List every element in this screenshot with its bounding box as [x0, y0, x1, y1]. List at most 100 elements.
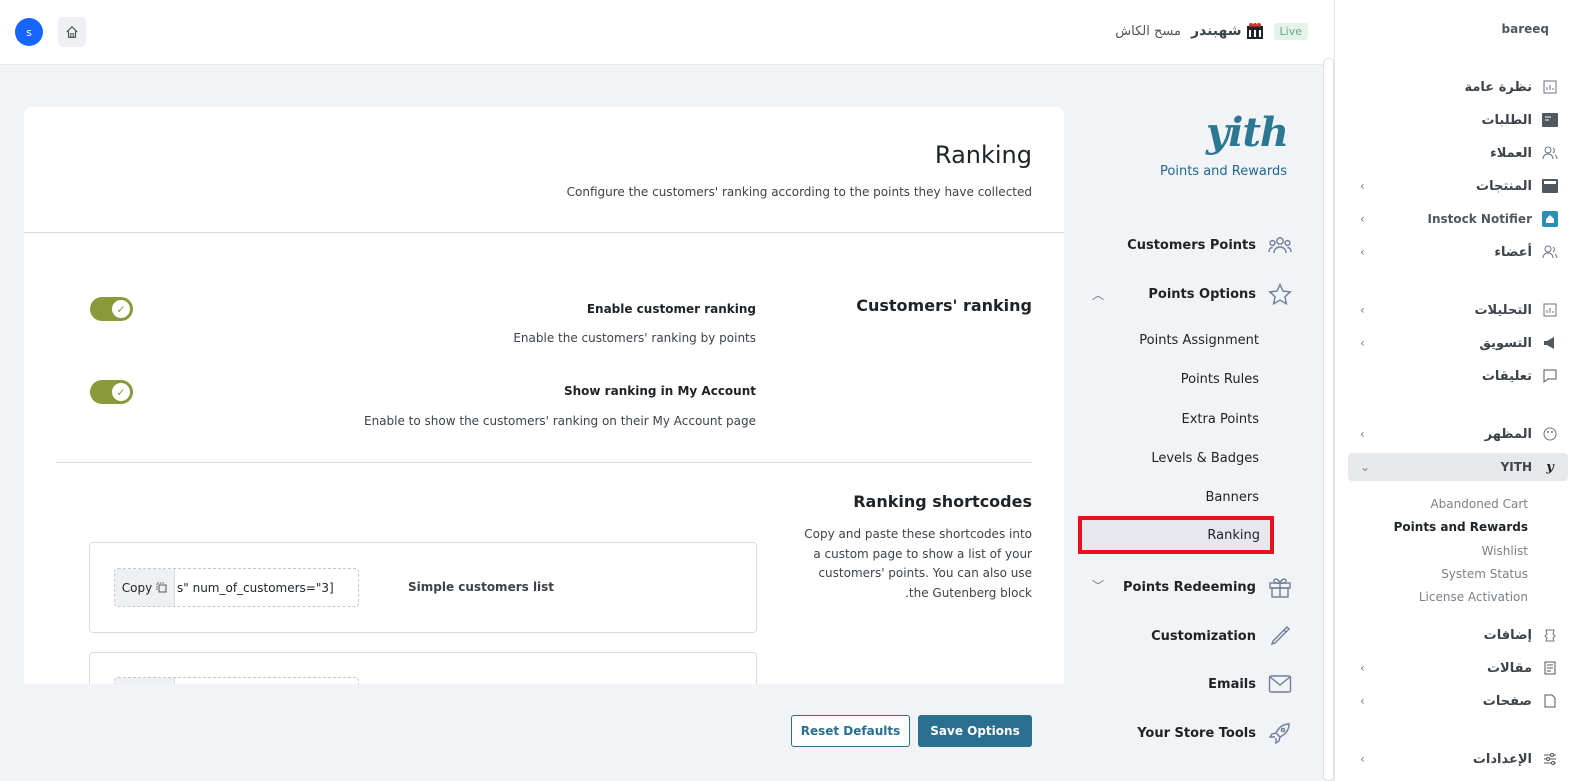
sidebar-item-comments[interactable]: تعليقات: [1348, 362, 1558, 390]
sidebar-item-label: تعليقات: [1481, 368, 1532, 384]
nav-label: Customers Points: [1127, 237, 1256, 253]
sidebar-item-label: مقالات: [1486, 660, 1532, 676]
sidebar-item-label: المنتجات: [1476, 178, 1532, 194]
shortcode-field[interactable]: Copy s" num_of_customers="3]: [114, 568, 359, 607]
check-icon: ✓: [112, 383, 130, 401]
nav-points-options[interactable]: Points Options: [1148, 282, 1292, 306]
eyedropper-icon: [1268, 624, 1292, 648]
submenu-license-activation[interactable]: License Activation: [1419, 590, 1528, 604]
subnav-levels-badges[interactable]: Levels & Badges: [1151, 451, 1259, 466]
sidebar-item-customers[interactable]: العملاء: [1348, 139, 1558, 167]
sidebar-item-marketing[interactable]: ‹ التسويق: [1348, 329, 1558, 357]
shortcodes-description: Copy and paste these shortcodes into a c…: [804, 527, 1032, 600]
enable-ranking-toggle[interactable]: ✓: [90, 297, 133, 321]
footer-actions: Reset Defaults Save Options: [24, 684, 1064, 781]
sidebar-item-yith[interactable]: ⌄ YITH y: [1348, 453, 1568, 481]
sidebar-item-label: التسويق: [1479, 335, 1532, 351]
shortcode-text[interactable]: s" num_of_customers="3]: [175, 569, 358, 606]
nav-customers-points[interactable]: Customers Points: [1127, 233, 1292, 257]
chevron-left-icon: ‹: [1360, 661, 1365, 675]
show-ranking-toggle[interactable]: ✓: [90, 380, 133, 404]
sidebar-item-plugins[interactable]: إضافات: [1348, 621, 1558, 649]
notifier-icon: [1542, 211, 1558, 227]
store-link[interactable]: شهبندر: [1191, 22, 1264, 40]
group-icon: [1268, 233, 1292, 257]
header-divider: [24, 232, 1064, 233]
sidebar-item-members[interactable]: ‹ أعضاء: [1348, 238, 1558, 266]
nav-label: Emails: [1208, 676, 1256, 692]
store-name: شهبندر: [1190, 23, 1242, 39]
sidebar-item-appearance[interactable]: ‹ المظهر: [1348, 420, 1558, 448]
sidebar-item-analytics[interactable]: ‹ التحليلات: [1348, 296, 1558, 324]
chevron-left-icon: ‹: [1360, 752, 1365, 766]
yith-icon: y: [1546, 459, 1554, 475]
subnav-label: Ranking: [1207, 527, 1260, 543]
live-badge: Live: [1273, 22, 1308, 40]
shortcode-field-partial[interactable]: [114, 677, 359, 684]
shortcode-box-partial: [89, 652, 757, 684]
chevron-up-icon[interactable]: ︿: [1092, 286, 1104, 303]
gift-icon: [1268, 575, 1292, 599]
sidebar-item-posts[interactable]: ‹ مقالات: [1348, 654, 1558, 682]
subnav-extra-points[interactable]: Extra Points: [1182, 412, 1260, 427]
subnav-points-assignment[interactable]: Points Assignment: [1139, 333, 1259, 348]
section-title-customers-ranking: Customers' ranking: [856, 296, 1032, 315]
submenu-wishlist[interactable]: Wishlist: [1482, 544, 1528, 558]
copy-button[interactable]: Copy: [115, 569, 175, 606]
reset-defaults-button[interactable]: Reset Defaults: [791, 715, 910, 747]
sidebar-item-settings[interactable]: ‹ الإعدادات: [1348, 745, 1558, 773]
submenu-abandoned-cart[interactable]: Abandoned Cart: [1430, 497, 1528, 511]
chevron-down-icon[interactable]: ﹀: [1092, 577, 1104, 594]
subnav-points-rules[interactable]: Points Rules: [1181, 372, 1259, 387]
nav-points-redeeming[interactable]: Points Redeeming: [1123, 575, 1292, 599]
sidebar-item-label: YITH: [1500, 460, 1532, 474]
megaphone-icon: [1542, 335, 1558, 351]
posts-icon: [1542, 660, 1558, 676]
section-title-ranking-shortcodes: Ranking shortcodes: [853, 492, 1032, 511]
submenu-system-status[interactable]: System Status: [1441, 567, 1528, 581]
clear-cache-link[interactable]: مسح الكاش: [1115, 24, 1181, 39]
rocket-icon: [1268, 721, 1292, 745]
sidebar-item-orders[interactable]: الطلبات: [1348, 106, 1558, 134]
chevron-left-icon: ‹: [1360, 694, 1365, 708]
chevron-left-icon: ‹: [1360, 427, 1365, 441]
pages-icon: [1542, 693, 1558, 709]
yith-logo: yith: [1206, 109, 1289, 156]
sidebar-item-label: صفحات: [1482, 693, 1532, 709]
shortcode-name: Simple customers list: [408, 580, 555, 594]
nav-label: Your Store Tools: [1137, 725, 1256, 741]
nav-customization[interactable]: Customization: [1151, 624, 1292, 648]
nav-label: Customization: [1151, 628, 1256, 644]
content-scrollbar[interactable]: [1323, 58, 1334, 781]
sidebar-item-overview[interactable]: نظرة عامة: [1348, 73, 1558, 101]
sidebar-item-label: العملاء: [1490, 145, 1532, 161]
subnav-ranking[interactable]: Ranking: [1078, 516, 1274, 554]
subnav-banners[interactable]: Banners: [1206, 490, 1259, 505]
option-desc-enable-ranking: Enable the customers' ranking by points: [513, 331, 756, 345]
palette-icon: [1542, 426, 1558, 442]
home-button[interactable]: [58, 17, 86, 47]
star-icon: [1268, 282, 1292, 306]
shortcode-box: Copy s" num_of_customers="3] Simple cust…: [89, 542, 757, 633]
sidebar-item-products[interactable]: ‹ المنتجات: [1348, 172, 1558, 200]
topbar-right-group: مسح الكاش شهبندر Live: [1115, 22, 1308, 40]
section-divider: [56, 462, 1032, 463]
nav-emails[interactable]: Emails: [1208, 672, 1292, 696]
plugin-title: Points and Rewards: [1160, 164, 1287, 179]
user-avatar[interactable]: s: [15, 18, 43, 46]
sidebar-item-pages[interactable]: ‹ صفحات: [1348, 687, 1558, 715]
scrollbar-thumb[interactable]: [1325, 61, 1332, 579]
box-icon: [1542, 178, 1558, 194]
save-options-button[interactable]: Save Options: [918, 715, 1032, 747]
copy-label: Copy: [121, 580, 153, 595]
nav-store-tools[interactable]: Your Store Tools: [1137, 721, 1292, 745]
submenu-points-rewards[interactable]: Points and Rewards: [1394, 520, 1528, 534]
chevron-left-icon: ‹: [1360, 336, 1365, 350]
sidebar-item-instock-notifier[interactable]: ‹ Instock Notifier: [1348, 205, 1558, 233]
option-label-show-ranking: Show ranking in My Account: [563, 384, 756, 398]
envelope-icon: [1268, 672, 1292, 696]
analytics-icon: [1542, 302, 1558, 318]
site-brand[interactable]: bareeq: [1502, 22, 1549, 36]
page-title: Ranking: [934, 141, 1032, 169]
sidebar-item-label: Instock Notifier: [1427, 212, 1533, 226]
